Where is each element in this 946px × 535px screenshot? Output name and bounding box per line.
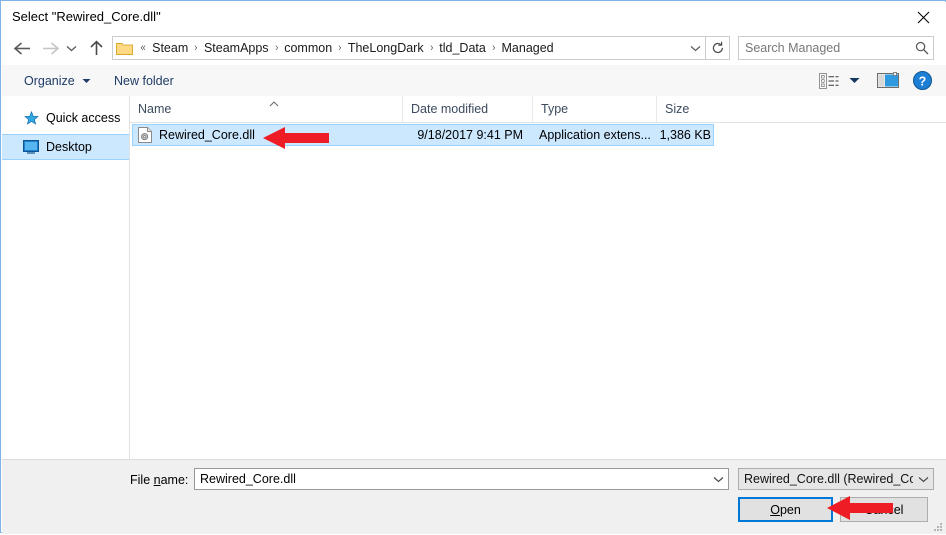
chevron-down-icon: [690, 45, 700, 51]
search-box[interactable]: Search Managed: [738, 36, 934, 60]
chevron-down-icon: [849, 78, 859, 83]
help-button[interactable]: ?: [908, 65, 936, 96]
view-mode-icon: [819, 72, 839, 89]
navigation-bar: « Steam › SteamApps › common › TheLongDa…: [2, 32, 946, 65]
file-date-cell: 9/18/2017 9:41 PM: [417, 128, 523, 142]
file-type-filter-value: Rewired_Core.dll (Rewired_Core: [744, 472, 913, 486]
file-list-pane: Name Date modified Type Size Rewired_Cor…: [130, 96, 946, 459]
chevron-down-icon: [713, 476, 723, 482]
sidebar-item-label: Quick access: [46, 111, 121, 125]
address-dropdown-button[interactable]: [685, 45, 705, 52]
preview-pane-icon: [877, 72, 899, 88]
command-bar: Organize New folder ?: [2, 65, 946, 97]
table-row[interactable]: Rewired_Core.dll 9/18/2017 9:41 PM Appli…: [132, 124, 714, 146]
navigation-pane: Quick access Desktop: [2, 96, 130, 459]
open-button[interactable]: Open: [738, 497, 833, 522]
address-bar[interactable]: « Steam › SteamApps › common › TheLongDa…: [112, 36, 706, 60]
open-button-label-post: pen: [779, 502, 801, 517]
breadcrumb-separator[interactable]: ›: [490, 42, 498, 54]
file-name-input[interactable]: Rewired_Core.dll: [195, 472, 708, 486]
file-type-cell: Application extens...: [539, 128, 651, 142]
breadcrumb: « Steam › SteamApps › common › TheLongDa…: [137, 39, 685, 57]
up-button[interactable]: [84, 36, 108, 60]
forward-button: [38, 36, 62, 60]
folder-icon: [116, 41, 133, 56]
breadcrumb-separator[interactable]: ›: [336, 42, 344, 54]
recent-locations-chevron-icon: [66, 45, 76, 51]
breadcrumb-item-tld-data[interactable]: tld_Data: [436, 39, 489, 57]
column-header-date-label: Date modified: [411, 102, 489, 116]
column-header-name[interactable]: Name: [130, 96, 402, 122]
column-header-type-label: Type: [541, 102, 569, 116]
view-mode-button[interactable]: [814, 65, 844, 96]
column-header-size[interactable]: Size: [656, 96, 736, 122]
breadcrumb-separator[interactable]: ›: [427, 42, 435, 54]
organize-button[interactable]: Organize: [16, 65, 99, 96]
breadcrumb-overflow[interactable]: «: [138, 42, 148, 54]
breadcrumb-item-thelongdark[interactable]: TheLongDark: [345, 39, 427, 57]
new-folder-button[interactable]: New folder: [106, 65, 182, 96]
dialog-title: Select "Rewired_Core.dll": [12, 9, 161, 24]
file-name-label: File name:: [130, 473, 188, 487]
chevron-down-icon: [82, 78, 91, 84]
file-name-cell[interactable]: Rewired_Core.dll: [137, 125, 397, 145]
column-header-row: Name Date modified Type Size: [130, 96, 946, 123]
close-button[interactable]: [900, 2, 946, 32]
file-size-cell: 1,386 KB: [659, 128, 711, 142]
help-icon: ?: [912, 71, 932, 90]
breadcrumb-separator[interactable]: ›: [192, 42, 200, 54]
back-arrow-icon: [13, 41, 30, 55]
cancel-button-label: Cancel: [864, 502, 904, 517]
resize-grip-icon: [934, 523, 942, 531]
preview-pane-button[interactable]: [874, 65, 902, 96]
sort-ascending-icon: [268, 96, 280, 107]
breadcrumb-item-common[interactable]: common: [281, 39, 335, 57]
file-name-combobox[interactable]: Rewired_Core.dll: [194, 468, 729, 490]
desktop-monitor-icon: [22, 140, 40, 154]
back-button[interactable]: [10, 36, 34, 60]
file-open-dialog: Select "Rewired_Core.dll" « Steam › Stea…: [0, 0, 946, 534]
file-name-label: Rewired_Core.dll: [159, 128, 255, 142]
recent-locations-button[interactable]: [62, 36, 80, 60]
search-input[interactable]: Search Managed: [739, 41, 911, 55]
column-header-name-label: Name: [138, 102, 172, 116]
refresh-button[interactable]: [706, 36, 730, 60]
column-header-date-modified[interactable]: Date modified: [402, 96, 532, 122]
resize-grip[interactable]: [931, 520, 943, 532]
view-mode-dropdown-button[interactable]: [845, 65, 863, 96]
star-icon: [22, 110, 40, 126]
breadcrumb-separator[interactable]: ›: [272, 42, 280, 54]
organize-label: Organize: [24, 73, 75, 88]
title-bar: Select "Rewired_Core.dll": [2, 2, 946, 32]
search-icon[interactable]: [911, 41, 933, 55]
breadcrumb-item-managed[interactable]: Managed: [499, 39, 557, 57]
dialog-footer: File name: Rewired_Core.dll Rewired_Core…: [2, 459, 946, 534]
breadcrumb-item-steamapps[interactable]: SteamApps: [201, 39, 272, 57]
up-arrow-icon: [89, 39, 103, 55]
breadcrumb-item-steam[interactable]: Steam: [149, 39, 191, 57]
file-name-label-pre: File: [130, 473, 154, 487]
forward-arrow-icon: [42, 41, 59, 55]
sidebar-item-desktop[interactable]: Desktop: [2, 134, 129, 160]
sidebar-item-quick-access[interactable]: Quick access: [2, 106, 129, 130]
chevron-down-icon: [918, 476, 928, 482]
dll-file-icon: [137, 127, 153, 143]
column-header-size-label: Size: [665, 102, 690, 116]
file-name-dropdown-button[interactable]: [708, 476, 728, 483]
refresh-icon: [712, 41, 723, 54]
column-header-type[interactable]: Type: [532, 96, 656, 122]
open-button-accel: O: [770, 502, 780, 517]
file-name-label-accel: n: [153, 473, 161, 487]
file-type-filter-dropdown-button[interactable]: [913, 476, 933, 483]
open-button-label: Open: [770, 503, 801, 517]
svg-text:?: ?: [918, 74, 926, 88]
new-folder-label: New folder: [114, 73, 174, 88]
close-icon: [917, 11, 929, 23]
file-name-label-post: ame:: [160, 473, 189, 487]
cancel-button[interactable]: Cancel: [840, 497, 928, 522]
sidebar-item-label: Desktop: [46, 140, 92, 154]
file-type-filter-combobox[interactable]: Rewired_Core.dll (Rewired_Core: [738, 468, 934, 490]
